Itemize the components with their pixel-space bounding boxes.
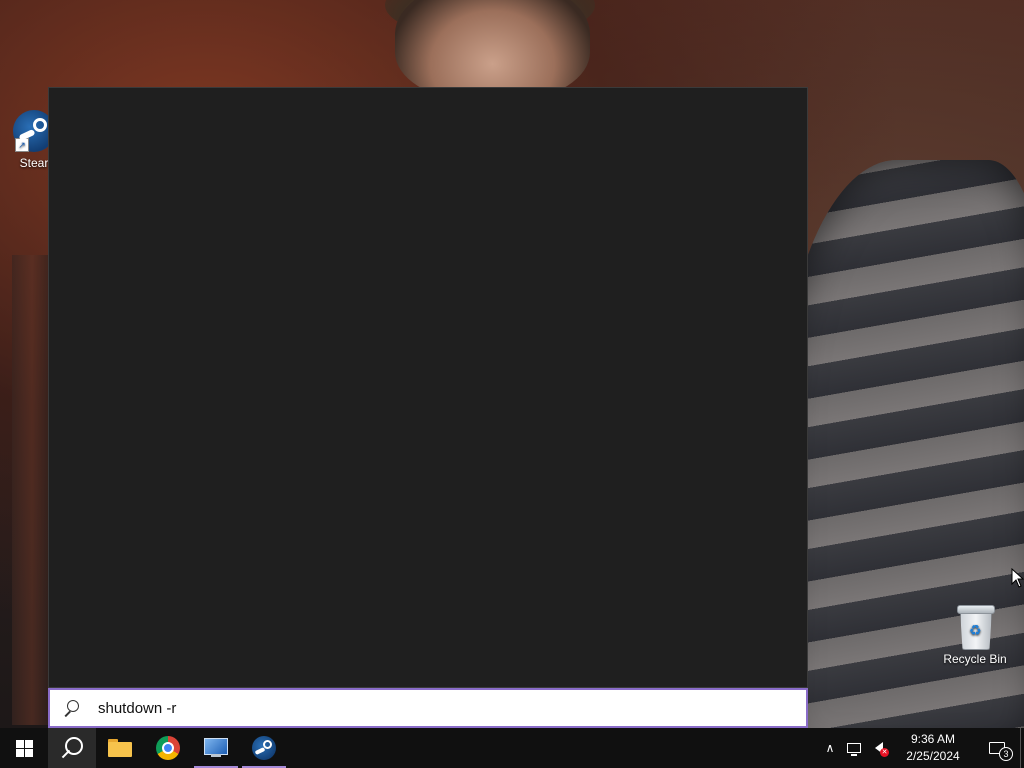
recycle-bin-icon: ♻ (956, 604, 995, 650)
show-desktop-button[interactable] (1020, 728, 1024, 768)
search-input[interactable] (98, 699, 778, 717)
search-magnifier-icon (62, 699, 80, 717)
chevron-up-icon: ∧ (825, 741, 835, 755)
volume-button[interactable]: ✕ (866, 728, 892, 768)
mouse-pointer-icon (1011, 568, 1024, 588)
windows-start-icon (15, 739, 33, 757)
clock-date: 2/25/2024 (906, 749, 960, 763)
search-icon (61, 737, 83, 759)
start-button[interactable] (0, 728, 48, 768)
desktop-icon-label: Recycle Bin (943, 652, 1007, 666)
taskbar-remote-desktop[interactable] (192, 728, 240, 768)
notification-count-badge: 3 (999, 747, 1013, 761)
taskbar-steam[interactable] (240, 728, 288, 768)
system-tray: ∧ ✕ 9:36 AM 2/25/2024 3 (818, 728, 1024, 768)
taskbar: ∧ ✕ 9:36 AM 2/25/2024 3 (0, 728, 1024, 768)
search-results-panel (48, 87, 808, 688)
wallpaper-face (395, 0, 590, 100)
clock-time: 9:36 AM (910, 732, 956, 746)
taskbar-file-explorer[interactable] (96, 728, 144, 768)
search-box[interactable] (48, 688, 808, 728)
chrome-icon (156, 736, 180, 760)
remote-desktop-icon (204, 738, 228, 758)
steam-icon (252, 736, 276, 760)
muted-badge-icon: ✕ (880, 748, 889, 757)
network-icon (847, 743, 861, 756)
action-center-button[interactable]: 3 (974, 728, 1020, 768)
taskbar-chrome[interactable] (144, 728, 192, 768)
wallpaper-pillar (12, 255, 52, 725)
network-button[interactable] (842, 728, 866, 768)
desktop-icon-recycle-bin[interactable]: ♻ Recycle Bin (941, 604, 1009, 666)
clock-button[interactable]: 9:36 AM 2/25/2024 (892, 728, 974, 768)
taskbar-search-button[interactable] (48, 728, 96, 768)
file-explorer-icon (108, 739, 132, 757)
shortcut-arrow-icon: ↗ (15, 138, 29, 152)
show-hidden-icons-button[interactable]: ∧ (818, 728, 842, 768)
